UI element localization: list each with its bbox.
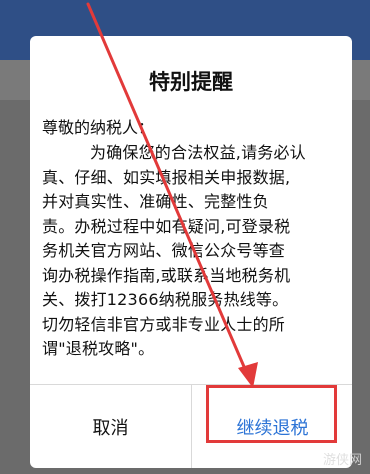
dialog-body: 为确保您的合法权益,请务必认 真、仔细、如实填报相关申报数据, 并对真实性、准确… — [42, 141, 342, 362]
body-line: 真、仔细、如实填报相关申报数据, — [42, 167, 291, 187]
dialog-title: 特别提醒 — [149, 70, 233, 94]
body-line: 关、拨打12366纳税服务热线等。 — [42, 290, 289, 309]
body-line: 询办税操作指南,或联系当地税务机 — [42, 265, 291, 285]
body-line: 并对真实性、准确性、完整性负 — [42, 192, 269, 211]
body-line: 谓"退税攻略"。 — [42, 339, 155, 358]
body-line: 切勿轻信非官方或非专业人士的所 — [42, 314, 286, 334]
body-line: 为确保您的合法权益,请务必认 — [90, 143, 306, 162]
salutation: 尊敬的纳税人： — [42, 118, 155, 137]
reminder-dialog: 特别提醒 尊敬的纳税人： 为确保您的合法权益,请务必认 真、仔细、如实填报相关申… — [30, 36, 352, 468]
body-line: 责。办税过程中如有疑问,可登录税 — [42, 216, 291, 236]
watermark: 游侠网 — [322, 453, 362, 468]
body-line: 务机关官方网站、微信公众号等查 — [42, 241, 286, 260]
cancel-button[interactable]: 取消 — [30, 385, 191, 468]
